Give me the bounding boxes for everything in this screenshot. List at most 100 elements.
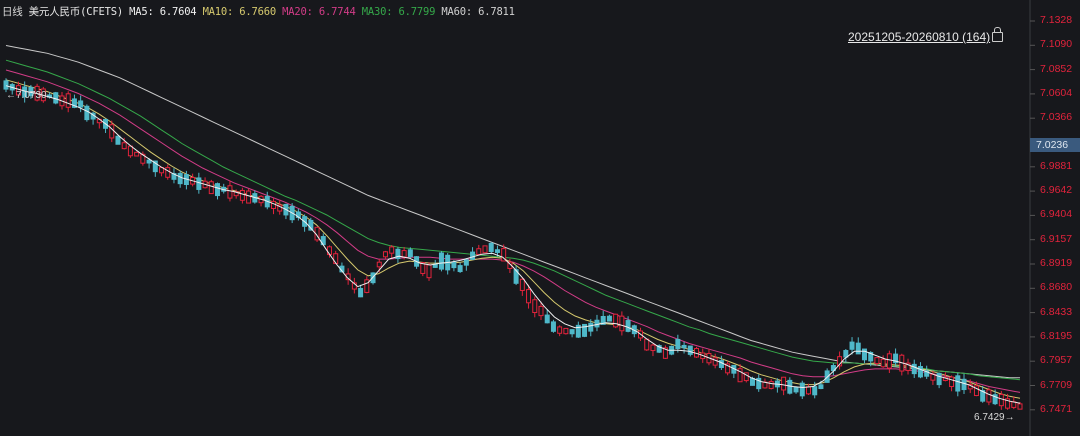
candle <box>955 372 961 397</box>
y-tick-label: 7.1328 <box>1040 14 1073 26</box>
ma5-line <box>5 85 1021 404</box>
ma5-value: MA5: 6.7604 <box>129 6 197 18</box>
candle <box>84 104 90 122</box>
candle <box>725 361 731 376</box>
candle <box>762 378 768 389</box>
y-tick-label: 7.0366 <box>1040 111 1073 124</box>
current-price-tag: 7.0236 <box>1030 138 1080 152</box>
candle <box>936 372 942 389</box>
y-tick-label: 6.8919 <box>1040 257 1073 269</box>
candle <box>171 168 177 184</box>
candle <box>295 208 301 221</box>
candle <box>351 277 357 294</box>
y-tick-label: 6.9642 <box>1040 184 1073 197</box>
candle <box>177 170 183 188</box>
candle <box>774 378 780 393</box>
candle <box>911 359 917 378</box>
candle <box>358 284 364 298</box>
y-tick-label: 6.9404 <box>1040 208 1073 221</box>
date-range-link[interactable]: 20251205-20260810 (164) <box>848 27 1004 44</box>
ma30-value: MA30: 6.7799 <box>361 6 436 18</box>
y-tick-label: 6.8433 <box>1040 305 1073 318</box>
candle <box>127 145 133 158</box>
y-tick-label: 7.0604 <box>1040 86 1073 99</box>
candle <box>476 244 482 255</box>
candle <box>463 258 469 271</box>
candle <box>886 350 892 374</box>
y-tick-label: 6.8680 <box>1040 281 1073 294</box>
symbol-name: 美元人民币(CFETS) <box>28 6 124 18</box>
candle <box>563 327 569 335</box>
candlestick-chart[interactable]: 日线 美元人民币(CFETS) MA5: 6.7604 MA10: 6.7660 … <box>0 0 1080 436</box>
candle <box>930 370 936 385</box>
candle <box>600 310 606 325</box>
candle <box>283 203 289 220</box>
candle <box>165 164 171 180</box>
candle <box>799 380 805 400</box>
ma20-value: MA20: 6.7744 <box>282 6 356 18</box>
candle <box>905 358 911 375</box>
candle <box>78 95 84 113</box>
chart-canvas[interactable] <box>0 0 1080 436</box>
y-tick-label: 6.7957 <box>1040 354 1073 367</box>
candle <box>594 314 600 332</box>
candle <box>980 385 986 403</box>
low-price-label: 6.7429→ <box>974 412 1015 423</box>
candle <box>768 378 774 390</box>
lock-icon[interactable] <box>992 27 1004 42</box>
candle <box>569 329 575 338</box>
ma10-value: MA10: 6.7660 <box>202 6 277 18</box>
candle <box>843 349 849 363</box>
candle <box>805 383 811 395</box>
ma60-line <box>5 45 1020 379</box>
candle <box>613 313 619 329</box>
candle <box>756 374 762 392</box>
candle <box>482 245 488 254</box>
candle <box>438 251 444 272</box>
candle <box>488 241 494 255</box>
y-tick-label: 6.7709 <box>1040 378 1073 391</box>
candle <box>103 118 109 133</box>
candle <box>202 177 208 189</box>
date-range-label: 20251205-20260810 (164) <box>848 30 991 44</box>
y-tick-label: 6.9881 <box>1040 159 1073 172</box>
candle <box>470 247 476 260</box>
candle <box>986 387 992 406</box>
candle <box>694 346 700 358</box>
candle <box>606 314 612 322</box>
y-tick-label: 6.8195 <box>1040 329 1073 342</box>
candle <box>731 364 737 379</box>
candle <box>949 375 955 392</box>
candle <box>837 351 843 370</box>
candle <box>134 151 140 157</box>
candle <box>420 262 426 277</box>
candle <box>557 325 563 337</box>
candle <box>395 247 401 263</box>
candle <box>656 344 662 354</box>
y-tick-label: 6.7471 <box>1040 402 1073 415</box>
candle <box>270 197 276 215</box>
candle <box>575 321 581 338</box>
candle <box>65 91 71 113</box>
candle <box>221 183 227 194</box>
candle <box>215 182 221 200</box>
ma30-line <box>5 59 1021 381</box>
candle <box>893 348 899 367</box>
ma20-line <box>5 69 1021 393</box>
candle <box>582 323 588 338</box>
ma60-value: MA60: 6.7811 <box>441 6 515 18</box>
candle <box>519 277 525 296</box>
y-tick-label: 7.0852 <box>1040 62 1073 75</box>
period-label[interactable]: 日线 <box>2 6 23 18</box>
ma-legend: 日线 美元人民币(CFETS) MA5: 6.7604 MA10: 6.7660 … <box>2 4 515 20</box>
candle <box>532 296 538 318</box>
candle <box>258 194 264 207</box>
candle <box>781 376 787 396</box>
candle <box>457 262 463 273</box>
candle <box>650 343 656 357</box>
candle <box>681 341 687 354</box>
high-price-label: ←7.0730 <box>6 90 47 101</box>
candle <box>389 245 395 258</box>
candle <box>550 319 556 333</box>
candle <box>619 311 625 336</box>
